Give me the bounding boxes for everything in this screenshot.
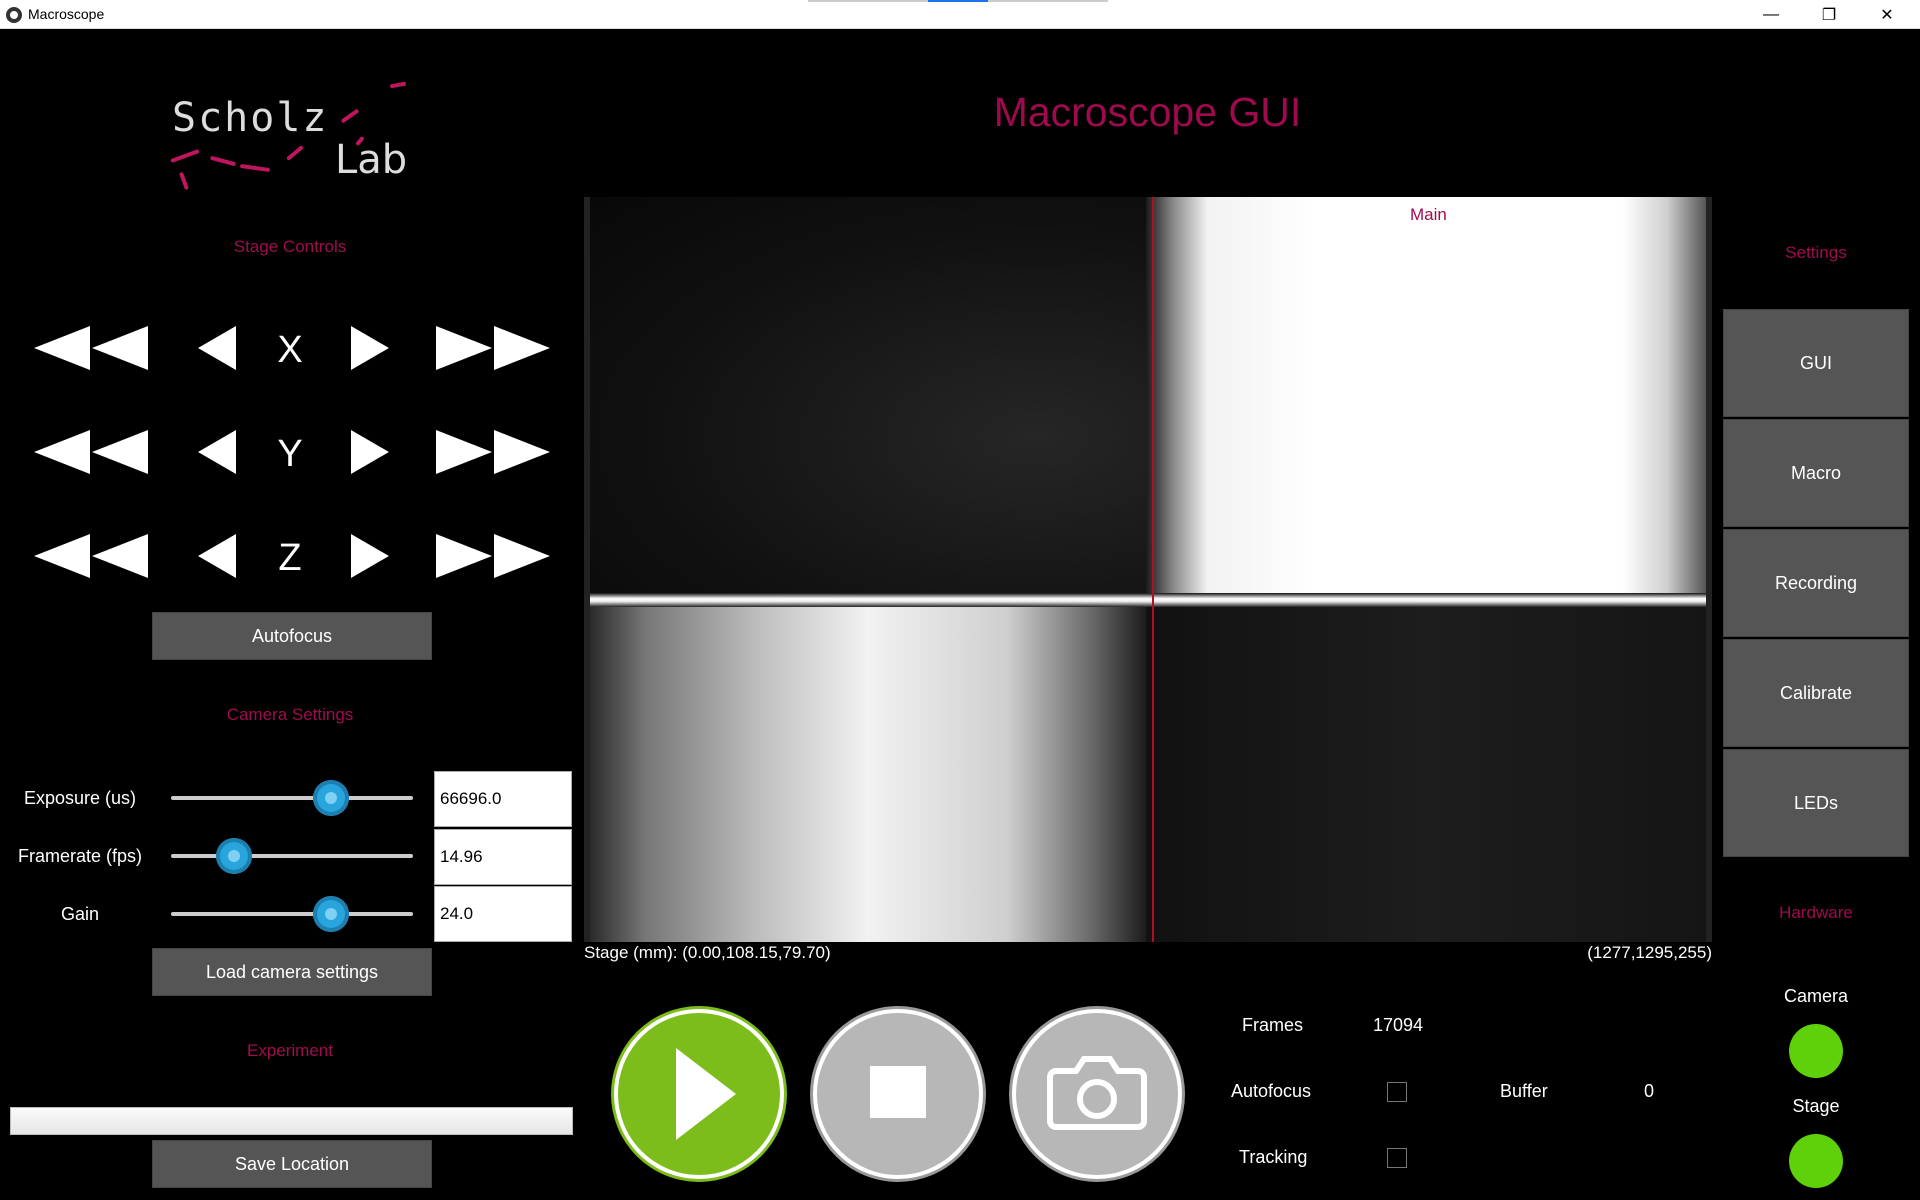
- stage-controls-title: Stage Controls: [233, 237, 347, 256]
- play-icon: [676, 1048, 736, 1140]
- leds-settings-button[interactable]: LEDs: [1723, 749, 1909, 857]
- z-step-backward-button[interactable]: [196, 531, 238, 581]
- autofocus-button[interactable]: Autofocus: [152, 612, 432, 660]
- camera-crosshair-line: [1152, 197, 1154, 942]
- x-step-backward-button[interactable]: [196, 323, 238, 373]
- frames-value: 17094: [1373, 1015, 1424, 1035]
- camera-image-bottom-left: [590, 602, 1146, 942]
- z-axis-label: Z: [278, 537, 302, 579]
- logo-worm-icon: [209, 155, 237, 167]
- framerate-field[interactable]: [434, 829, 572, 885]
- gui-settings-button[interactable]: GUI: [1723, 309, 1909, 417]
- autofocus-label: Autofocus: [1231, 1081, 1312, 1101]
- framerate-label: Framerate (fps): [17, 846, 143, 866]
- titlebar-tab-indicator-active: [928, 0, 988, 2]
- hardware-title: Hardware: [1779, 903, 1853, 922]
- y-axis-label: Y: [277, 433, 303, 475]
- buffer-label: Buffer: [1500, 1081, 1548, 1101]
- tracking-label: Tracking: [1239, 1147, 1308, 1167]
- play-button[interactable]: [614, 1009, 784, 1179]
- gain-label: Gain: [60, 904, 100, 924]
- camera-view[interactable]: Main: [584, 197, 1712, 942]
- exposure-slider-handle[interactable]: [312, 780, 349, 816]
- exposure-slider[interactable]: [171, 780, 413, 816]
- close-button[interactable]: ✕: [1858, 0, 1916, 29]
- logo-worm-icon: [179, 171, 189, 191]
- stage-position-text: Stage (mm): (0.00,108.15,79.70): [584, 943, 831, 962]
- app-window: Scholz Lab Macroscope GUI Stage Controls…: [0, 29, 1920, 1200]
- z-step-forward-button[interactable]: [349, 531, 391, 581]
- gain-slider[interactable]: [171, 896, 413, 932]
- stop-button[interactable]: [813, 1009, 983, 1179]
- experiment-title: Experiment: [247, 1041, 333, 1060]
- z-fast-forward-button[interactable]: [434, 531, 552, 581]
- x-fast-backward-button[interactable]: [32, 323, 150, 373]
- recording-settings-button[interactable]: Recording: [1723, 529, 1909, 637]
- x-axis-label: X: [277, 329, 303, 371]
- logo-worm-icon: [389, 81, 407, 89]
- camera-settings-title: Camera Settings: [226, 705, 354, 724]
- load-camera-settings-button[interactable]: Load camera settings: [152, 948, 432, 996]
- camera-status-indicator: [1789, 1024, 1843, 1078]
- camera-image-top-left: [590, 197, 1146, 597]
- camera-view-label: Main: [1410, 205, 1447, 224]
- gain-slider-track: [171, 912, 413, 916]
- calibrate-settings-button[interactable]: Calibrate: [1723, 639, 1909, 747]
- camera-image-edge: [590, 593, 1706, 607]
- y-fast-backward-button[interactable]: [32, 427, 150, 477]
- gain-slider-handle[interactable]: [312, 896, 349, 932]
- maximize-button[interactable]: ❐: [1800, 0, 1858, 29]
- logo-worm-icon: [340, 108, 360, 124]
- logo-text-lab: Lab: [335, 137, 408, 183]
- exposure-slider-track: [171, 796, 413, 800]
- camera-image-bottom-right: [1146, 602, 1706, 942]
- logo-worm-icon: [170, 148, 200, 164]
- framerate-slider-handle[interactable]: [215, 838, 252, 874]
- framerate-slider[interactable]: [171, 838, 413, 874]
- app-icon: [6, 7, 22, 23]
- frames-label: Frames: [1242, 1015, 1304, 1035]
- logo-worm-icon: [239, 163, 271, 173]
- camera-status-label: Camera: [1783, 986, 1849, 1006]
- z-fast-backward-button[interactable]: [32, 531, 150, 581]
- titlebar-tab-indicator: [808, 0, 928, 2]
- save-location-button[interactable]: Save Location: [152, 1140, 432, 1188]
- exposure-field[interactable]: [434, 771, 572, 827]
- snapshot-button[interactable]: [1012, 1009, 1182, 1179]
- y-step-backward-button[interactable]: [196, 427, 238, 477]
- buffer-value: 0: [1644, 1081, 1655, 1101]
- stage-status-label: Stage: [1792, 1096, 1840, 1116]
- settings-title: Settings: [1785, 243, 1847, 262]
- minimize-button[interactable]: —: [1742, 0, 1800, 29]
- titlebar-tab-indicator: [988, 0, 1108, 2]
- scholz-lab-logo: Scholz Lab: [160, 59, 420, 199]
- logo-text-scholz: Scholz: [172, 95, 329, 141]
- y-fast-forward-button[interactable]: [434, 427, 552, 477]
- pixel-value-text: (1277,1295,255): [1587, 943, 1712, 962]
- logo-worm-icon: [286, 145, 304, 161]
- gain-field[interactable]: [434, 886, 572, 942]
- experiment-progress-bar: [10, 1107, 573, 1135]
- framerate-slider-track: [171, 854, 413, 858]
- macro-settings-button[interactable]: Macro: [1723, 419, 1909, 527]
- autofocus-checkbox[interactable]: [1387, 1082, 1407, 1102]
- stop-icon: [870, 1066, 926, 1118]
- x-step-forward-button[interactable]: [349, 323, 391, 373]
- exposure-label: Exposure (us): [23, 788, 137, 808]
- window-title: Macroscope: [28, 6, 105, 22]
- camera-icon: [1047, 1056, 1147, 1130]
- y-step-forward-button[interactable]: [349, 427, 391, 477]
- stage-status-indicator: [1789, 1134, 1843, 1188]
- app-title: Macroscope GUI: [993, 89, 1302, 135]
- window-titlebar: Macroscope — ❐ ✕: [0, 0, 1920, 29]
- x-fast-forward-button[interactable]: [434, 323, 552, 373]
- tracking-checkbox[interactable]: [1387, 1148, 1407, 1168]
- camera-image-top-right: [1146, 197, 1706, 597]
